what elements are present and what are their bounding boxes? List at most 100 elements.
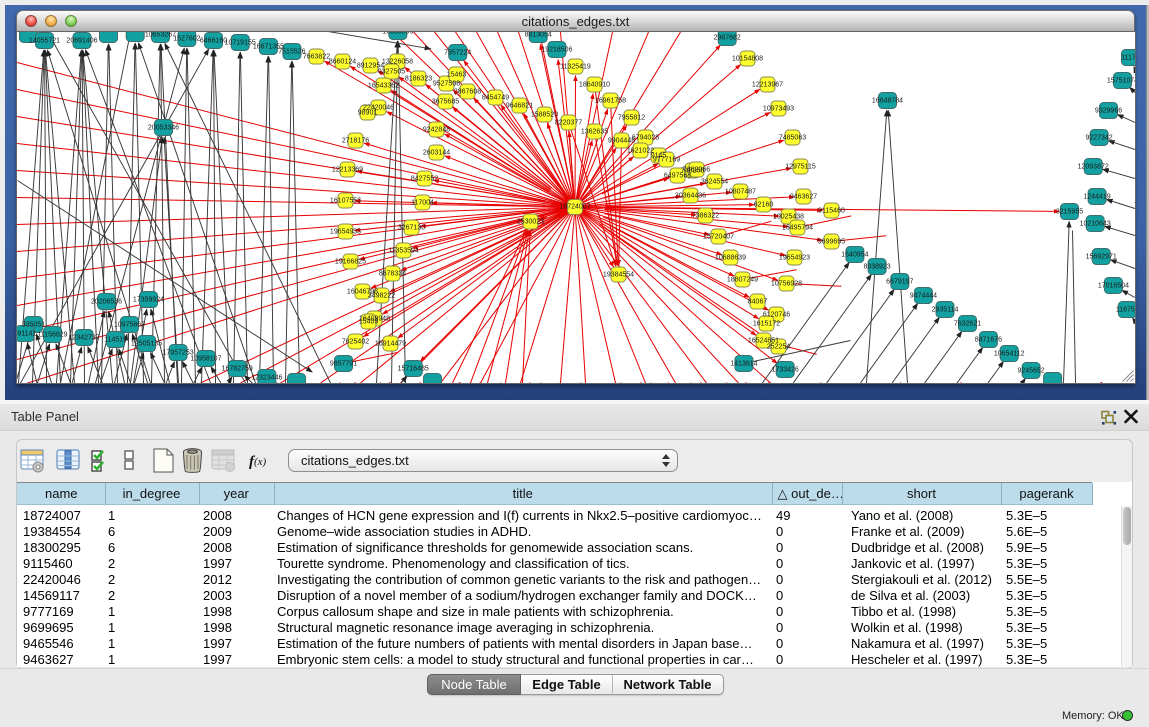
svg-text:117004: 117004: [411, 199, 434, 206]
svg-text:62160: 62160: [753, 201, 773, 208]
svg-text:3215955: 3215955: [1055, 208, 1082, 215]
svg-text:391141: 391141: [17, 330, 36, 337]
svg-text:10025438: 10025438: [772, 213, 803, 220]
svg-text:18640910: 18640910: [578, 81, 609, 88]
svg-text:12213967: 12213967: [751, 81, 782, 88]
svg-text:2530023: 2530023: [516, 218, 543, 225]
svg-text:3267130: 3267130: [397, 224, 424, 231]
svg-text:9777169: 9777169: [652, 156, 679, 163]
svg-text:8660124: 8660124: [328, 58, 355, 65]
svg-text:9474444: 9474444: [909, 292, 936, 299]
svg-text:12342737: 12342737: [68, 334, 99, 341]
svg-text:1244419: 1244419: [1083, 193, 1110, 200]
svg-text:12975115: 12975115: [785, 163, 816, 170]
svg-text:7625402: 7625402: [341, 338, 368, 345]
svg-text:9227342: 9227342: [1085, 134, 1112, 141]
svg-text:18724007: 18724007: [559, 203, 590, 210]
svg-text:1527602: 1527602: [173, 35, 200, 42]
svg-text:9699695: 9699695: [817, 238, 844, 245]
svg-text:9329966: 9329966: [1094, 107, 1121, 114]
svg-text:10154808: 10154808: [731, 55, 762, 62]
svg-text:114519: 114519: [104, 336, 127, 343]
svg-text:9327505: 9327505: [377, 68, 404, 75]
svg-text:19384554: 19384554: [602, 271, 633, 278]
svg-text:1413614: 1413614: [730, 360, 757, 367]
svg-text:1733426: 1733426: [771, 366, 798, 373]
svg-text:10973493: 10973493: [762, 105, 793, 112]
svg-text:1615172: 1615172: [752, 320, 779, 327]
svg-text:7632621: 7632621: [953, 320, 980, 327]
svg-text:1640954: 1640954: [841, 251, 868, 258]
svg-text:8471676: 8471676: [974, 336, 1001, 343]
svg-text:11353594: 11353594: [388, 247, 419, 254]
svg-text:2935114: 2935114: [931, 306, 958, 313]
svg-text:1362635: 1362635: [580, 128, 607, 135]
svg-text:2867608: 2867608: [453, 88, 480, 95]
svg-text:20053346: 20053346: [147, 124, 178, 131]
svg-text:9646821: 9646821: [505, 102, 532, 109]
svg-text:17016504: 17016504: [1097, 282, 1128, 289]
svg-text:10958107: 10958107: [190, 355, 221, 362]
svg-text:16914479: 16914479: [374, 340, 405, 347]
svg-text:7955812: 7955812: [617, 114, 644, 121]
svg-text:3624554: 3624554: [700, 178, 727, 185]
svg-text:15692971: 15692971: [1085, 253, 1116, 260]
svg-text:6679197: 6679197: [886, 278, 913, 285]
svg-text:11325419: 11325419: [560, 63, 591, 70]
svg-text:9242848: 9242848: [422, 126, 449, 133]
svg-text:10975867: 10975867: [113, 321, 144, 328]
svg-text:20691406: 20691406: [66, 37, 97, 44]
svg-text:116753: 116753: [1115, 306, 1134, 313]
svg-text:17359924: 17359924: [132, 296, 163, 303]
svg-text:2603144: 2603144: [422, 149, 449, 156]
svg-text:2987682: 2987682: [713, 34, 740, 41]
svg-text:16782759: 16782759: [221, 365, 252, 372]
svg-text:15716485: 15716485: [397, 365, 428, 372]
svg-text:16543362: 16543362: [367, 82, 398, 89]
svg-text:10688639: 10688639: [714, 254, 745, 261]
svg-text:10807487: 10807487: [724, 188, 755, 195]
svg-text:335051: 335051: [21, 321, 44, 328]
svg-text:8938923: 8938923: [863, 263, 890, 270]
svg-text:10210643: 10210643: [1079, 220, 1110, 227]
svg-text:10653267: 10653267: [144, 32, 175, 39]
svg-text:19654933: 19654933: [329, 228, 360, 235]
svg-text:15720407: 15720407: [702, 233, 733, 240]
svg-text:20364436: 20364436: [674, 192, 705, 199]
svg-text:98901: 98901: [357, 109, 377, 116]
svg-text:7663822: 7663822: [302, 53, 329, 60]
svg-text:9115460: 9115460: [818, 207, 845, 214]
svg-text:15463: 15463: [446, 71, 466, 78]
svg-text:252254: 252254: [766, 343, 789, 350]
svg-text:84067: 84067: [747, 298, 767, 305]
svg-text:7386322: 7386322: [691, 212, 718, 219]
svg-text:19166825: 19166825: [334, 258, 365, 265]
svg-text:10719155: 10719155: [224, 39, 255, 46]
svg-text:8454749: 8454749: [481, 94, 508, 101]
svg-text:7957224: 7957224: [444, 49, 471, 56]
svg-text:7462066: 7462066: [682, 166, 709, 173]
svg-text:15409: 15409: [358, 318, 378, 325]
svg-text:20206536: 20206536: [90, 298, 121, 305]
svg-text:16107553: 16107553: [329, 197, 360, 204]
svg-text:16033809: 16033809: [382, 32, 413, 36]
svg-text:1588520: 1588520: [530, 111, 557, 118]
svg-text:6794028: 6794028: [631, 134, 658, 141]
svg-text:8813054: 8813054: [524, 32, 551, 39]
svg-text:9527508: 9527508: [432, 80, 459, 87]
svg-text:16961758: 16961758: [594, 97, 625, 104]
svg-text:6120746: 6120746: [762, 311, 789, 318]
svg-text:16495794: 16495794: [781, 224, 812, 231]
svg-text:16648784: 16648784: [871, 97, 902, 104]
svg-text:13226058: 13226058: [381, 58, 412, 65]
svg-text:10654112: 10654112: [993, 350, 1024, 357]
svg-text:6497568: 6497568: [663, 172, 690, 179]
svg-text:19654923: 19654923: [778, 254, 809, 261]
svg-text:7515526: 7515526: [278, 48, 305, 55]
svg-text:14055721: 14055721: [28, 37, 59, 44]
svg-text:19218506: 19218506: [541, 46, 572, 53]
svg-text:2718176: 2718176: [341, 137, 368, 144]
svg-text:(x): (x): [254, 456, 267, 468]
svg-text:7485063: 7485063: [778, 134, 805, 141]
svg-text:12213369: 12213369: [331, 166, 362, 173]
